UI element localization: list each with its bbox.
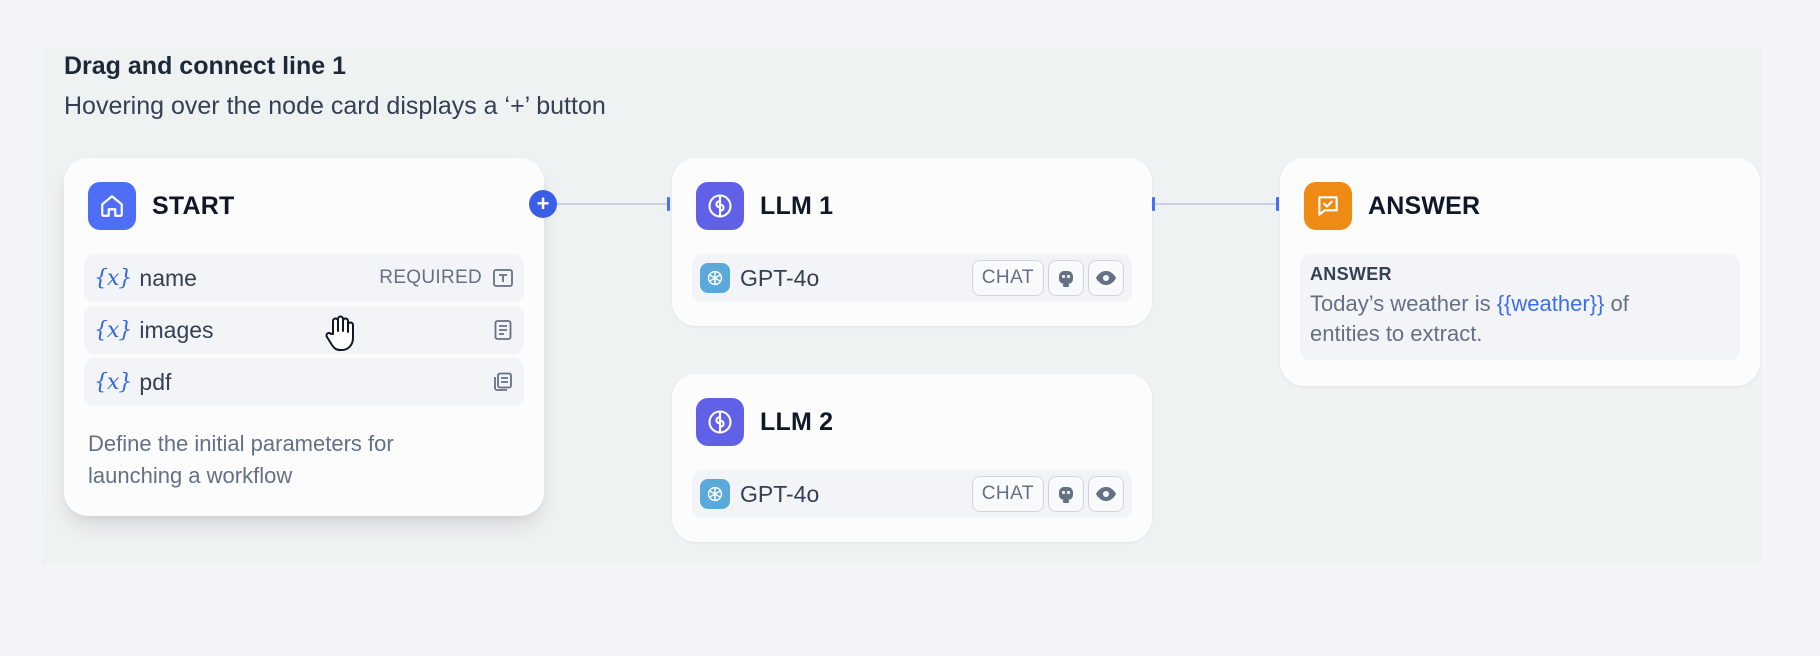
llm2-node-header: LLM 2: [696, 398, 833, 446]
answer-target-handle[interactable]: [1276, 197, 1279, 211]
robot-icon: [1048, 476, 1084, 512]
llm1-node-header: LLM 1: [696, 182, 833, 230]
llm1-node[interactable]: LLM 1 GPT-4o CHAT: [672, 158, 1152, 326]
model-name: GPT-4o: [740, 264, 820, 291]
home-icon: [88, 182, 136, 230]
chat-mode-badge: CHAT: [971, 260, 1044, 296]
start-node[interactable]: START {x} name REQUIRED {x} images {x} p…: [64, 158, 544, 516]
variable-row-name[interactable]: {x} name REQUIRED: [84, 254, 524, 302]
answer-label: ANSWER: [1310, 264, 1392, 284]
section-title: Drag and connect line 1: [64, 52, 347, 80]
answer-variable: {{weather}}: [1496, 291, 1605, 316]
variable-row-images[interactable]: {x} images: [84, 306, 524, 354]
start-node-header: START: [88, 182, 234, 230]
text-input-icon: [492, 267, 514, 289]
variable-icon: {x}: [94, 317, 132, 343]
variable-name: name: [139, 264, 197, 291]
edge-llm1-to-answer: [1155, 203, 1277, 205]
edge-start-to-llm1: [540, 203, 668, 205]
variable-name: pdf: [139, 368, 172, 395]
variable-name: images: [139, 316, 214, 343]
variable-icon: {x}: [94, 369, 132, 395]
variable-icon: {x}: [94, 265, 132, 291]
answer-node-title: ANSWER: [1368, 191, 1481, 220]
chat-mode-badge: CHAT: [971, 476, 1044, 512]
add-node-button[interactable]: +: [529, 190, 557, 218]
openai-icon: [700, 263, 730, 293]
llm2-node[interactable]: LLM 2 GPT-4o CHAT: [672, 374, 1152, 542]
brain-icon: [696, 398, 744, 446]
model-selector[interactable]: GPT-4o CHAT: [692, 470, 1132, 518]
start-node-description: Define the initial parameters for launch…: [88, 431, 394, 488]
start-node-title: START: [152, 191, 235, 220]
llm1-target-handle[interactable]: [667, 197, 670, 211]
llm2-node-title: LLM 2: [760, 407, 834, 436]
eye-icon: [1088, 260, 1124, 296]
answer-content[interactable]: ANSWER Today’s weather is {{weather}} of…: [1300, 254, 1740, 360]
files-icon: [492, 371, 514, 393]
eye-icon: [1088, 476, 1124, 512]
section-subtitle: Hovering over the node card displays a ‘…: [64, 92, 606, 120]
model-name: GPT-4o: [740, 480, 820, 507]
brain-icon: [696, 182, 744, 230]
variable-row-pdf[interactable]: {x} pdf: [84, 358, 524, 406]
answer-node-header: ANSWER: [1304, 182, 1480, 230]
answer-node[interactable]: ANSWER ANSWER Today’s weather is {{weath…: [1280, 158, 1760, 386]
answer-text: Today’s weather is {{weather}} of entiti…: [1310, 291, 1629, 346]
hand-cursor-icon: [322, 314, 358, 354]
required-badge: REQUIRED: [379, 267, 482, 288]
document-icon: [492, 319, 514, 341]
message-check-icon: [1304, 182, 1352, 230]
openai-icon: [700, 479, 730, 509]
llm1-node-title: LLM 1: [760, 191, 834, 220]
robot-icon: [1048, 260, 1084, 296]
model-selector[interactable]: GPT-4o CHAT: [692, 254, 1132, 302]
